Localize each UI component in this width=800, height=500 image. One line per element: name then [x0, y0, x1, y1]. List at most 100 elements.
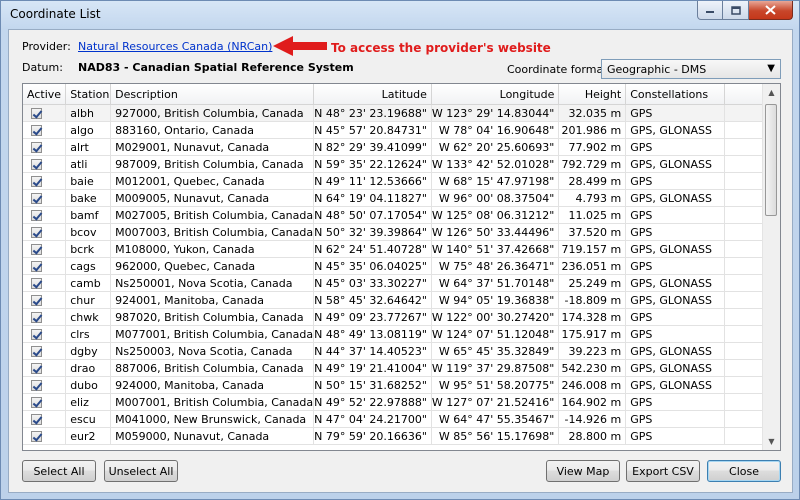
height-cell: 164.902 m	[558, 393, 627, 411]
close-button[interactable]: Close	[707, 460, 781, 482]
header-description[interactable]: Description	[110, 84, 315, 105]
table-row[interactable]: camb Ns250001, Nova Scotia, Canada N 45° 0…	[23, 274, 780, 292]
checkbox-checked-icon[interactable]	[31, 175, 42, 187]
active-cell	[23, 427, 67, 445]
header-height[interactable]: Height	[558, 84, 627, 105]
longitude-cell: W 64° 47' 55.35467"	[431, 410, 560, 428]
longitude-cell: W 126° 50' 33.44496"	[431, 223, 560, 241]
table-row[interactable]: dgby Ns250003, Nova Scotia, Canada N 44° 3…	[23, 342, 780, 360]
longitude-cell: W 62° 20' 25.60693"	[431, 138, 560, 156]
left-arrow-icon	[273, 36, 327, 56]
constellations-cell: GPS, GLONASS	[625, 342, 726, 360]
table-row[interactable]: clrs M077001, British Columbia, Canada N 4…	[23, 325, 780, 343]
annotation-text: To access the provider's website	[331, 41, 551, 55]
description-cell: M029001, Nunavut, Canada	[110, 138, 315, 156]
station-cell: camb	[65, 274, 112, 292]
checkbox-checked-icon[interactable]	[31, 141, 42, 153]
table-row[interactable]: alrt M029001, Nunavut, Canada N 82° 29' 39…	[23, 138, 780, 156]
checkbox-checked-icon[interactable]	[31, 192, 42, 204]
checkbox-checked-icon[interactable]	[31, 277, 42, 289]
checkbox-checked-icon[interactable]	[31, 226, 42, 238]
height-cell: 542.230 m	[558, 359, 627, 377]
latitude-cell: N 64° 19' 04.11827"	[313, 189, 432, 207]
table-row[interactable]: drao 887006, British Columbia, Canada N 49…	[23, 359, 780, 377]
vertical-scrollbar[interactable]: ▲ ▼	[762, 84, 780, 450]
table-row[interactable]: bcrk M108000, Yukon, Canada N 62° 24' 51.4…	[23, 240, 780, 258]
active-cell	[23, 121, 67, 139]
latitude-cell: N 45° 35' 06.04025"	[313, 257, 432, 275]
latitude-cell: N 59° 35' 22.12624"	[313, 155, 432, 173]
table-row[interactable]: cags 962000, Quebec, Canada N 45° 35' 06.0…	[23, 257, 780, 275]
active-cell	[23, 393, 67, 411]
scroll-down-icon[interactable]: ▼	[763, 433, 780, 450]
constellations-cell: GPS	[625, 223, 726, 241]
checkbox-checked-icon[interactable]	[31, 260, 42, 272]
minimize-button[interactable]	[697, 1, 723, 20]
description-cell: M077001, British Columbia, Canada	[110, 325, 315, 343]
header-constellations[interactable]: Constellations	[625, 84, 726, 105]
checkbox-checked-icon[interactable]	[31, 294, 42, 306]
constellations-cell: GPS	[625, 427, 726, 445]
latitude-cell: N 47° 04' 24.21700"	[313, 410, 432, 428]
station-cell: alrt	[65, 138, 112, 156]
constellations-cell: GPS, GLONASS	[625, 359, 726, 377]
export-csv-button[interactable]: Export CSV	[626, 460, 700, 482]
description-cell: 987020, British Columbia, Canada	[110, 308, 315, 326]
active-cell	[23, 172, 67, 190]
height-cell: 719.157 m	[558, 240, 627, 258]
coordinate-format-select[interactable]: Geographic - DMS ▼	[601, 59, 781, 79]
title-bar[interactable]: Coordinate List	[1, 1, 799, 29]
provider-link[interactable]: Natural Resources Canada (NRCan)	[78, 40, 272, 53]
station-cell: cags	[65, 257, 112, 275]
select-all-button[interactable]: Select All	[22, 460, 96, 482]
checkbox-checked-icon[interactable]	[31, 396, 42, 408]
table-row[interactable]: algo 883160, Ontario, Canada N 45° 57' 20.…	[23, 121, 780, 139]
header-station[interactable]: Station	[65, 84, 112, 105]
checkbox-checked-icon[interactable]	[31, 124, 42, 136]
header-active[interactable]: Active	[23, 84, 67, 105]
active-cell	[23, 410, 67, 428]
height-cell: 11.025 m	[558, 206, 627, 224]
station-cell: albh	[65, 104, 112, 122]
scroll-up-icon[interactable]: ▲	[763, 84, 780, 101]
table-row[interactable]: eliz M007001, British Columbia, Canada N 4…	[23, 393, 780, 411]
unselect-all-button[interactable]: Unselect All	[104, 460, 178, 482]
checkbox-checked-icon[interactable]	[31, 362, 42, 374]
height-cell: 246.008 m	[558, 376, 627, 394]
table-row[interactable]: escu M041000, New Brunswick, Canada N 47° …	[23, 410, 780, 428]
height-cell: 77.902 m	[558, 138, 627, 156]
table-row[interactable]: bamf M027005, British Columbia, Canada N 4…	[23, 206, 780, 224]
checkbox-checked-icon[interactable]	[31, 311, 42, 323]
table-row[interactable]: chur 924001, Manitoba, Canada N 58° 45' 32…	[23, 291, 780, 309]
close-window-button[interactable]	[749, 1, 793, 20]
table-row[interactable]: chwk 987020, British Columbia, Canada N 49…	[23, 308, 780, 326]
maximize-button[interactable]	[723, 1, 749, 20]
checkbox-checked-icon[interactable]	[31, 379, 42, 391]
height-cell: 32.035 m	[558, 104, 627, 122]
station-cell: algo	[65, 121, 112, 139]
scroll-thumb[interactable]	[765, 104, 777, 216]
table-row[interactable]: baie M012001, Quebec, Canada N 49° 11' 12.…	[23, 172, 780, 190]
checkbox-checked-icon[interactable]	[31, 413, 42, 425]
checkbox-checked-icon[interactable]	[31, 209, 42, 221]
station-cell: dgby	[65, 342, 112, 360]
table-row[interactable]: bcov M007003, British Columbia, Canada N 5…	[23, 223, 780, 241]
table-row[interactable]: dubo 924000, Manitoba, Canada N 50° 15' 31…	[23, 376, 780, 394]
header-longitude[interactable]: Longitude	[431, 84, 560, 105]
active-cell	[23, 308, 67, 326]
checkbox-checked-icon[interactable]	[31, 243, 42, 255]
checkbox-checked-icon[interactable]	[31, 107, 42, 119]
checkbox-checked-icon[interactable]	[31, 158, 42, 170]
header-latitude[interactable]: Latitude	[313, 84, 432, 105]
checkbox-checked-icon[interactable]	[31, 345, 42, 357]
station-cell: bcov	[65, 223, 112, 241]
view-map-button[interactable]: View Map	[546, 460, 620, 482]
table-row[interactable]: eur2 M059000, Nunavut, Canada N 79° 59' 20…	[23, 427, 780, 445]
table-row[interactable]: atli 987009, British Columbia, Canada N 59…	[23, 155, 780, 173]
checkbox-checked-icon[interactable]	[31, 328, 42, 340]
table-row[interactable]: albh 927000, British Columbia, Canada N 48…	[23, 104, 780, 122]
table-row[interactable]: bake M009005, Nunavut, Canada N 64° 19' 04…	[23, 189, 780, 207]
dialog-body: Provider: Natural Resources Canada (NRCa…	[8, 29, 793, 493]
active-cell	[23, 257, 67, 275]
checkbox-checked-icon[interactable]	[31, 430, 42, 442]
